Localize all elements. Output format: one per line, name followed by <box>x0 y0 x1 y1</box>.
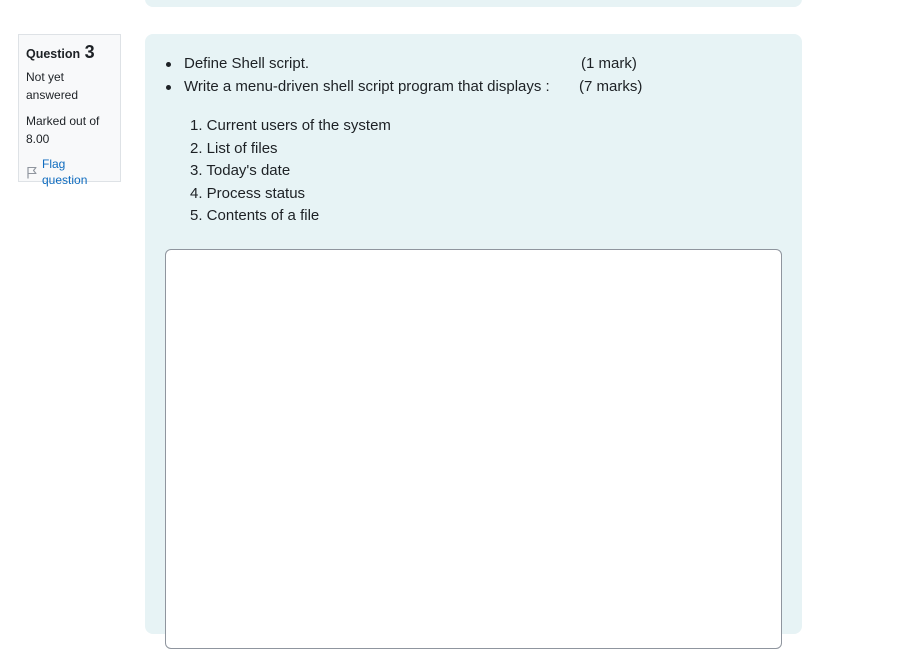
list-item: 3. Today's date <box>190 162 291 180</box>
menu-options-list: 1. Current users of the system 2. List o… <box>190 115 391 228</box>
question-number: 3 <box>84 42 95 62</box>
question-label: Question <box>26 47 81 61</box>
question-content: Define Shell script. (1 mark) Write a me… <box>145 34 802 649</box>
list-item: Write a menu-driven shell script program… <box>145 77 802 100</box>
question-info: Question 3 Not yet answered Marked out o… <box>18 34 121 187</box>
list-item: Define Shell script. (1 mark) <box>145 54 802 77</box>
answer-textarea[interactable] <box>165 249 782 649</box>
flag-question-label: Flag question <box>42 157 88 187</box>
flag-icon <box>26 166 38 179</box>
list-item: 2. List of files <box>190 139 278 157</box>
list-item: 5. Contents of a file <box>190 207 320 225</box>
flag-question-link[interactable]: Flag question <box>26 156 113 188</box>
bullet-text: Write a menu-driven shell script program… <box>184 78 550 95</box>
bullet-icon <box>166 85 171 90</box>
previous-question-panel <box>145 0 802 7</box>
question-state: Not yet answered <box>26 70 79 102</box>
bullet-text: Define Shell script. <box>184 55 310 72</box>
question-bullets: Define Shell script. (1 mark) Write a me… <box>145 54 802 100</box>
question-title: Question 3 <box>26 43 113 63</box>
bullet-marks: (7 marks) <box>579 78 643 95</box>
bullet-icon <box>166 62 171 67</box>
bullet-marks: (1 mark) <box>581 55 637 72</box>
question-grade: Marked out of 8.00 <box>26 114 100 146</box>
list-item: 4. Process status <box>190 184 306 202</box>
list-item: 1. Current users of the system <box>190 117 391 134</box>
